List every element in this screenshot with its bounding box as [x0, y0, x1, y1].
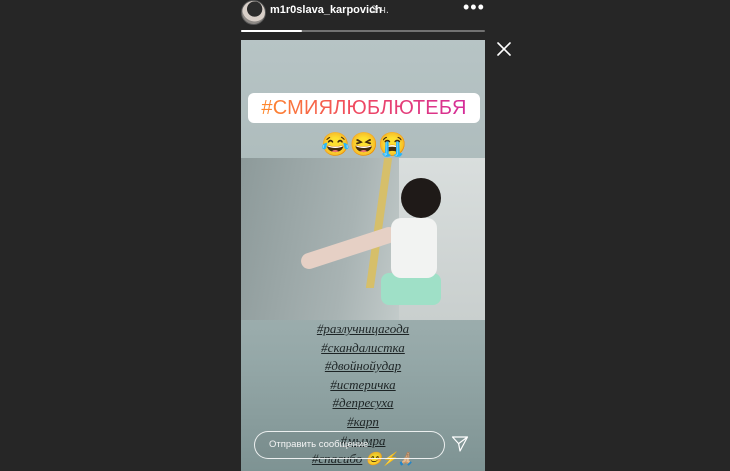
person-legs — [298, 224, 400, 272]
send-message-input[interactable]: Отправить сообщение — [254, 431, 445, 459]
hashtag-item: #скандалистка — [321, 339, 405, 355]
story-progress-track — [241, 30, 485, 32]
story-progress-fill — [241, 30, 302, 32]
hashtag-sticker-text: #СМИЯЛЮБЛЮТЕБЯ — [261, 97, 467, 119]
story-header: m1r0slava_karpovich 3 ч. ••• — [241, 0, 485, 40]
story-photo — [241, 158, 485, 320]
person-body — [391, 218, 437, 278]
hashtag-item: #разлучницагода — [316, 321, 410, 336]
send-icon[interactable] — [451, 435, 469, 453]
timestamp: 3 ч. — [371, 4, 389, 16]
avatar[interactable] — [241, 0, 266, 25]
road-marking — [365, 158, 393, 288]
hashtag-item: #депресуха — [332, 395, 394, 411]
hashtag-item: #двойнойудар — [324, 358, 402, 374]
more-horizontal-icon[interactable]: ••• — [463, 0, 484, 16]
story-frame[interactable]: #СМИЯЛЮБЛЮТЕБЯ 😂😆😭 #разлучницагода #скан… — [241, 40, 485, 471]
emoji-sticker: 😂😆😭 — [321, 131, 407, 157]
hashtag-item: #карп — [347, 413, 379, 429]
close-icon[interactable] — [495, 40, 513, 58]
username[interactable]: m1r0slava_karpovich — [270, 4, 382, 16]
hashtag-item: #истеричка — [330, 376, 396, 392]
person-hair — [401, 178, 441, 218]
hashtag-sticker: #СМИЯЛЮБЛЮТЕБЯ — [248, 93, 480, 123]
